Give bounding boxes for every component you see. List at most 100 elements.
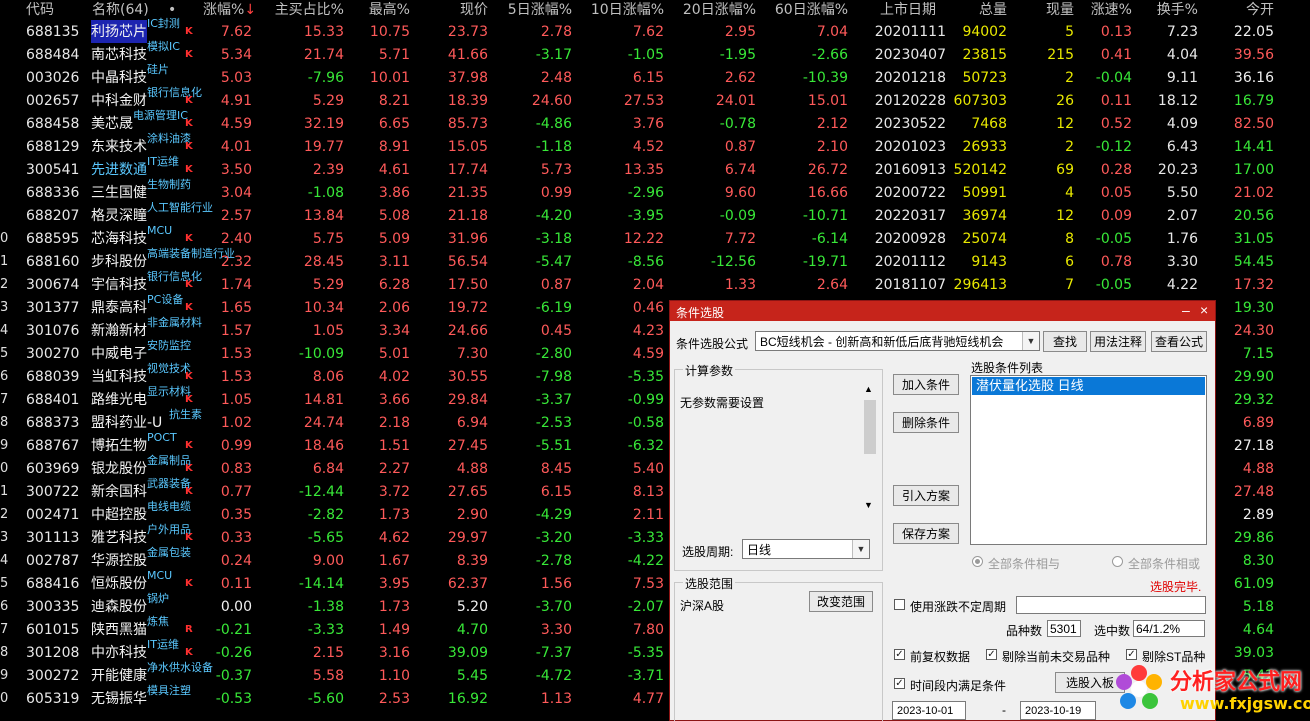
import-plan-button[interactable]: 引入方案: [893, 485, 959, 506]
stock-name[interactable]: 南芯科技: [91, 43, 147, 66]
stock-code[interactable]: 601015: [26, 618, 79, 641]
stock-name[interactable]: 中亦科技: [91, 641, 147, 664]
add-condition-button[interactable]: 加入条件: [893, 374, 959, 395]
col-d20[interactable]: 20日涨幅%: [670, 0, 756, 20]
stock-code[interactable]: 301208: [26, 641, 79, 664]
stock-name[interactable]: 鼎泰高科: [91, 296, 147, 319]
stock-name[interactable]: 步科股份: [91, 250, 147, 273]
stock-code[interactable]: 688458: [26, 112, 79, 135]
scroll-down-icon[interactable]: ▼: [864, 500, 873, 510]
col-total-vol[interactable]: 总量: [960, 0, 1007, 20]
stock-name[interactable]: 新瀚新材: [91, 319, 147, 342]
col-code[interactable]: 代码: [26, 0, 54, 20]
stock-code[interactable]: 688401: [26, 388, 79, 411]
stock-code[interactable]: 301377: [26, 296, 79, 319]
find-button[interactable]: 查找: [1043, 331, 1087, 352]
col-cur-vol[interactable]: 现量: [1030, 0, 1074, 20]
stock-name[interactable]: 新余国科: [91, 480, 147, 503]
period-condition-checkbox[interactable]: ✓: [894, 678, 905, 689]
stock-code[interactable]: 300272: [26, 664, 79, 687]
stock-name[interactable]: 东来技术: [91, 135, 147, 158]
stock-code[interactable]: 688129: [26, 135, 79, 158]
radio-all-or[interactable]: [1112, 556, 1123, 567]
chevron-down-icon[interactable]: ▼: [1022, 332, 1039, 350]
col-open[interactable]: 今开: [1230, 0, 1274, 20]
col-list-date[interactable]: 上市日期: [880, 0, 936, 20]
stock-code[interactable]: 300722: [26, 480, 79, 503]
params-scrollbar[interactable]: ▲ ▼: [862, 384, 878, 510]
col-price[interactable]: 现价: [420, 0, 488, 20]
usage-notes-button[interactable]: 用法注释: [1090, 331, 1146, 352]
stock-name[interactable]: 中晶科技: [91, 66, 147, 89]
scroll-up-icon[interactable]: ▲: [864, 384, 873, 394]
stock-name[interactable]: 路维光电: [91, 388, 147, 411]
col-speed[interactable]: 涨速%: [1080, 0, 1132, 20]
table-row[interactable]: 688129 东来技术 涂料油漆 K 4.01 19.77 8.91 15.05 -1.18 4.…: [0, 133, 1310, 158]
stock-code[interactable]: 688135: [26, 20, 79, 43]
radio-all-and[interactable]: [972, 556, 983, 567]
stock-code[interactable]: 300335: [26, 595, 79, 618]
stock-name[interactable]: 中威电子: [91, 342, 147, 365]
exclude-st-checkbox[interactable]: ✓: [1126, 649, 1137, 660]
stock-name[interactable]: 陕西黑猫: [91, 618, 147, 641]
stock-name[interactable]: 宇信科技: [91, 273, 147, 296]
stock-name[interactable]: 三生国健: [91, 181, 147, 204]
change-scope-button[interactable]: 改变范围: [809, 591, 873, 612]
stock-code[interactable]: 605319: [26, 687, 79, 710]
dialog-title-bar[interactable]: 条件选股 – ×: [670, 301, 1215, 321]
stock-code[interactable]: 301076: [26, 319, 79, 342]
stock-name[interactable]: 美芯晟: [91, 112, 133, 135]
date-to-input[interactable]: 2023-10-19: [1020, 701, 1096, 720]
table-row[interactable]: 002657 中科金财 银行信息化 K 4.91 5.29 8.21 18.39 24.60 27…: [0, 87, 1310, 112]
save-plan-button[interactable]: 保存方案: [893, 523, 959, 544]
stock-code[interactable]: 002471: [26, 503, 79, 526]
stock-code[interactable]: 688039: [26, 365, 79, 388]
stock-name[interactable]: 博拓生物: [91, 434, 147, 457]
stock-name[interactable]: 开能健康: [91, 664, 147, 687]
stock-code[interactable]: 688595: [26, 227, 79, 250]
stock-name[interactable]: 无锡振华: [91, 687, 147, 710]
exclude-untraded-checkbox[interactable]: ✓: [986, 649, 997, 660]
close-icon[interactable]: ×: [1200, 302, 1208, 318]
scroll-thumb[interactable]: [864, 400, 876, 454]
stock-code[interactable]: 301113: [26, 526, 79, 549]
stock-code[interactable]: 300674: [26, 273, 79, 296]
stock-code[interactable]: 688373: [26, 411, 79, 434]
table-row[interactable]: 688135 利扬芯片 IC封测 K 7.62 15.33 10.75 23.73 2.78 7.…: [0, 18, 1310, 43]
stock-name[interactable]: 雅艺科技: [91, 526, 147, 549]
table-row[interactable]: 2 300674 宇信科技 银行信息化 K 1.74 5.29 6.28 17.50 0.87 2.…: [0, 271, 1310, 296]
stock-name[interactable]: 芯海科技: [91, 227, 147, 250]
stock-code[interactable]: 003026: [26, 66, 79, 89]
stock-code[interactable]: 688416: [26, 572, 79, 595]
stock-code[interactable]: 300541: [26, 158, 79, 181]
view-formula-button[interactable]: 查看公式: [1151, 331, 1207, 352]
condition-list-item[interactable]: 潜伏量化选股 日线: [972, 377, 1205, 395]
col-d5[interactable]: 5日涨幅%: [494, 0, 572, 20]
uncertain-period-checkbox[interactable]: [894, 599, 905, 610]
stock-code[interactable]: 688207: [26, 204, 79, 227]
table-row[interactable]: 688207 格灵深瞳 人工智能行业 2.57 13.84 5.08 21.18 -4.20-…: [0, 202, 1310, 227]
stock-code[interactable]: 002787: [26, 549, 79, 572]
table-row[interactable]: 688484 南芯科技 模拟IC K 5.34 21.74 5.71 41.66 -3.17 -1…: [0, 41, 1310, 66]
stock-code[interactable]: 688160: [26, 250, 79, 273]
table-row[interactable]: 300541 先进数通 IT运维 K 3.50 2.39 4.61 17.74 5.73 13.3…: [0, 156, 1310, 181]
col-d60[interactable]: 60日涨幅%: [760, 0, 848, 20]
col-pct[interactable]: 涨幅%↓: [203, 0, 256, 20]
date-from-input[interactable]: 2023-10-01: [892, 701, 966, 720]
chevron-down-icon[interactable]: ▼: [852, 540, 869, 558]
stock-name[interactable]: 利扬芯片: [91, 20, 147, 43]
table-row[interactable]: 688458 美芯晟 电源管理IC K 4.59 32.19 6.65 85.73 -4.86 3…: [0, 110, 1310, 135]
stock-name[interactable]: 银龙股份: [91, 457, 147, 480]
stock-name[interactable]: 恒烁股份: [91, 572, 147, 595]
formula-select[interactable]: BC短线机会 - 创新高和新低后底背驰短线机会 ▼: [755, 331, 1040, 351]
stock-code[interactable]: 603969: [26, 457, 79, 480]
col-turnover[interactable]: 换手%: [1140, 0, 1198, 20]
adjust-data-checkbox[interactable]: ✓: [894, 649, 905, 660]
col-name[interactable]: 名称(64): [92, 0, 149, 20]
stock-name[interactable]: 迪森股份: [91, 595, 147, 618]
stock-name[interactable]: 格灵深瞳: [91, 204, 147, 227]
uncertain-period-input[interactable]: [1016, 596, 1206, 614]
stock-code[interactable]: 688336: [26, 181, 79, 204]
stock-name[interactable]: 华源控股: [91, 549, 147, 572]
stock-name[interactable]: 中超控股: [91, 503, 147, 526]
